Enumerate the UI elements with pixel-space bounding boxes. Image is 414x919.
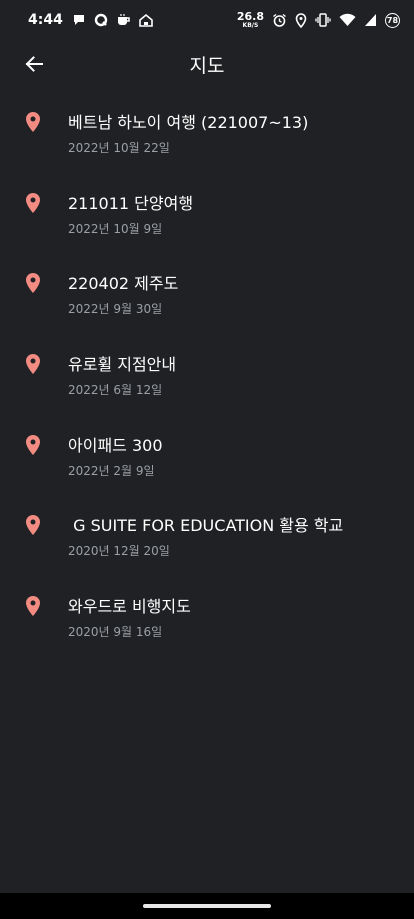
page-title: 지도 [189,54,225,77]
map-date: 2020년 9월 16일 [68,625,163,640]
map-pin-icon [0,434,68,455]
map-pin-icon [0,192,68,213]
navigation-bar [0,893,414,919]
list-item[interactable]: 211011 단양여행 2022년 10월 9일 [0,176,414,257]
vibrate-icon [315,13,331,27]
list-item[interactable]: 220402 제주도 2022년 9월 30일 [0,256,414,337]
map-pin-icon [0,595,68,617]
map-title: 아이패드 300 [68,435,163,455]
list-item[interactable]: 베트남 하노이 여행 (221007~13) 2022년 10월 22일 [0,95,414,176]
status-left: 4:44 [28,12,153,28]
map-date: 2020년 12월 20일 [68,544,170,559]
signal-icon [364,13,377,27]
network-speed-value: 26.8 [236,10,264,23]
app-bar: 지도 [0,40,414,88]
arrow-back-icon [25,56,43,72]
status-bar: 4:44 26.8 KB/S 78 [0,0,414,40]
map-date: 2022년 9월 30일 [68,302,163,317]
map-date: 2022년 6월 12일 [68,383,163,398]
status-right: 26.8 KB/S 78 [237,11,400,29]
message-icon [72,13,86,27]
battery-icon: 78 [385,12,400,28]
map-list: 베트남 하노이 여행 (221007~13) 2022년 10월 22일 211… [0,95,414,660]
list-item[interactable]: 와우드로 비행지도 2020년 9월 16일 [0,579,414,660]
map-title: 유로휠 지점안내 [68,355,177,375]
home-app-icon [139,13,153,27]
status-time: 4:44 [28,12,63,28]
wifi-icon [339,13,356,27]
map-date: 2022년 10월 9일 [68,221,163,236]
list-item[interactable]: 유로휠 지점안내 2022년 6월 12일 [0,337,414,418]
home-indicator[interactable] [143,904,271,908]
notification-icons [72,13,153,27]
location-icon [295,12,307,28]
back-button[interactable] [22,52,46,76]
q-app-icon [94,13,108,27]
map-title: G SUITE FOR EDUCATION 활용 학교 [68,516,344,536]
map-date: 2022년 2월 9일 [68,463,155,478]
map-title: 베트남 하노이 여행 (221007~13) [68,113,309,132]
network-speed-unit: KB/S [242,22,259,29]
map-title: 220402 제주도 [68,274,179,294]
map-title: 와우드로 비행지도 [68,597,191,617]
coffee-icon [116,13,131,27]
map-pin-icon [0,514,68,536]
map-date: 2022년 10월 22일 [68,141,170,155]
map-pin-icon [0,272,68,294]
map-pin-icon [0,353,68,375]
alarm-icon [272,13,287,28]
map-title: 211011 단양여행 [68,193,194,213]
network-speed: 26.8 KB/S [237,11,264,29]
list-item[interactable]: 아이패드 300 2022년 2월 9일 [0,418,414,499]
map-pin-icon [0,111,68,132]
list-item[interactable]: G SUITE FOR EDUCATION 활용 학교 2020년 12월 20… [0,498,414,579]
